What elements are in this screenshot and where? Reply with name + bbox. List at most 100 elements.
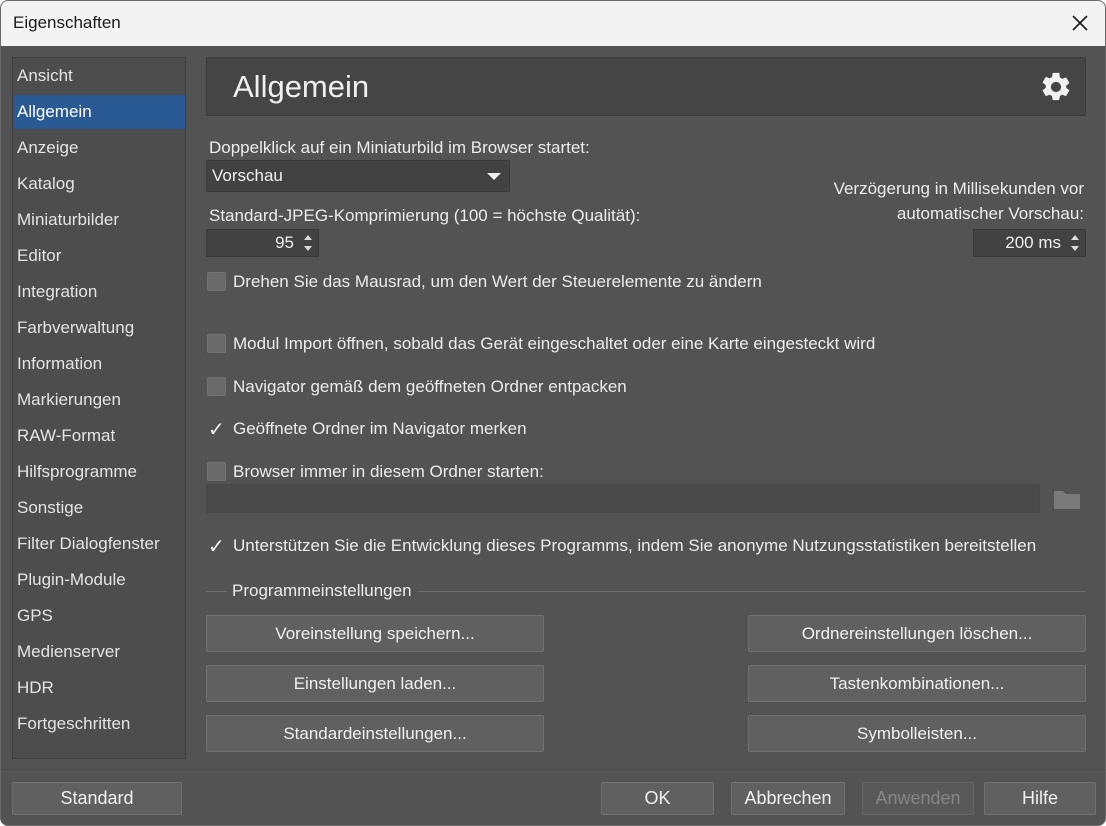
close-button[interactable] — [1061, 6, 1099, 40]
program-settings-title: Programmeinstellungen — [227, 581, 417, 601]
delay-value: 200 ms — [1005, 233, 1061, 252]
jpeg-quality-stepper[interactable]: 95 — [206, 229, 319, 257]
category-list: Ansicht Allgemein Anzeige Katalog Miniat… — [12, 57, 186, 759]
page-header: Allgemein — [206, 57, 1086, 116]
sidebar-item-label: RAW-Format — [17, 426, 116, 445]
sidebar-item-label: Ansicht — [17, 66, 73, 85]
chevron-down-icon — [487, 173, 501, 180]
sidebar-item-label: HDR — [17, 678, 54, 697]
start-folder-input[interactable] — [206, 484, 1040, 513]
default-settings-button[interactable]: Standardeinstellungen... — [206, 715, 544, 752]
cancel-button[interactable]: Abbrechen — [731, 782, 845, 815]
sidebar-item-medienserver[interactable]: Medienserver — [14, 635, 185, 669]
sidebar-item-label: Miniaturbilder — [17, 210, 120, 229]
help-button[interactable]: Hilfe — [984, 782, 1096, 815]
remember-folders-checkbox[interactable]: ✓ — [207, 419, 226, 441]
jpeg-label: Standard-JPEG-Komprimierung (100 = höchs… — [209, 206, 641, 225]
help-label: Hilfe — [1021, 788, 1058, 808]
open-import-checkbox[interactable] — [207, 334, 226, 353]
sidebar-item-label: Plugin-Module — [17, 570, 126, 589]
sidebar-item-label: Integration — [17, 282, 98, 301]
gear-icon — [1042, 72, 1070, 101]
ok-button[interactable]: OK — [601, 782, 714, 815]
sidebar-item-ansicht[interactable]: Ansicht — [14, 59, 185, 93]
checkmark-icon: ✓ — [208, 419, 225, 441]
delete-folder-settings-button[interactable]: Ordnereinstellungen löschen... — [748, 615, 1086, 652]
standard-label: Standard — [60, 788, 134, 808]
sidebar-item-fortgeschritten[interactable]: Fortgeschritten — [14, 707, 185, 741]
save-preset-label: Voreinstellung speichern... — [275, 623, 475, 643]
sidebar-item-anzeige[interactable]: Anzeige — [14, 131, 185, 165]
sidebar-item-label: Fortgeschritten — [17, 714, 131, 733]
navigator-expand-checkbox[interactable] — [207, 377, 226, 396]
remember-folders-label[interactable]: Geöffnete Ordner im Navigator merken — [233, 419, 527, 439]
delete-folder-settings-label: Ordnereinstellungen löschen... — [801, 623, 1033, 643]
load-settings-label: Einstellungen laden... — [293, 673, 457, 693]
sidebar-item-label: Farbverwaltung — [17, 318, 135, 337]
mousewheel-checkbox[interactable] — [207, 272, 226, 291]
toolbars-button[interactable]: Symbolleisten... — [748, 715, 1086, 752]
sidebar-item-label: Katalog — [17, 174, 75, 193]
doubleclick-value: Vorschau — [212, 166, 283, 185]
apply-button[interactable]: Anwenden — [862, 782, 974, 815]
sidebar-item-hilfsprogramme[interactable]: Hilfsprogramme — [14, 455, 185, 489]
ok-label: OK — [644, 788, 671, 808]
standard-button[interactable]: Standard — [12, 782, 182, 815]
checkmark-icon: ✓ — [208, 536, 225, 558]
properties-dialog: Eigenschaften Ansicht Allgemein Anzeige … — [0, 0, 1106, 826]
sidebar-item-label: Hilfsprogramme — [17, 462, 137, 481]
cancel-label: Abbrechen — [744, 788, 832, 808]
shortcuts-label: Tastenkombinationen... — [829, 673, 1005, 693]
shortcuts-button[interactable]: Tastenkombinationen... — [748, 665, 1086, 702]
footer-divider — [1, 769, 1105, 770]
mousewheel-label[interactable]: Drehen Sie das Mausrad, um den Wert der … — [233, 272, 762, 292]
sidebar-item-farbverwaltung[interactable]: Farbverwaltung — [14, 311, 185, 345]
folder-icon — [1054, 491, 1080, 509]
delay-label-line2: automatischer Vorschau: — [896, 204, 1084, 223]
stepper-arrows-icon[interactable] — [1065, 230, 1085, 256]
open-import-label[interactable]: Modul Import öffnen, sobald das Gerät ei… — [233, 334, 875, 354]
sidebar-item-allgemein[interactable]: Allgemein — [14, 95, 185, 129]
stepper-arrows-icon[interactable] — [298, 230, 318, 256]
sidebar-item-gps[interactable]: GPS — [14, 599, 185, 633]
sidebar-item-label: Allgemein — [17, 102, 92, 121]
toolbars-label: Symbolleisten... — [857, 723, 977, 743]
navigator-expand-label[interactable]: Navigator gemäß dem geöffneten Ordner en… — [233, 377, 627, 397]
window-title: Eigenschaften — [13, 13, 121, 32]
sidebar-item-label: GPS — [17, 606, 53, 625]
title-bar: Eigenschaften — [1, 1, 1105, 46]
sidebar-item-label: Markierungen — [17, 390, 121, 409]
sidebar-item-hdr[interactable]: HDR — [14, 671, 185, 705]
delay-label-line1: Verzögerung in Millisekunden vor — [833, 179, 1084, 198]
sidebar-item-editor[interactable]: Editor — [14, 239, 185, 273]
sidebar-item-label: Medienserver — [17, 642, 120, 661]
close-icon — [1072, 15, 1088, 31]
jpeg-quality-value: 95 — [275, 233, 294, 252]
sidebar-item-katalog[interactable]: Katalog — [14, 167, 185, 201]
usage-stats-checkbox[interactable]: ✓ — [207, 536, 226, 558]
sidebar-item-filter-dialogfenster[interactable]: Filter Dialogfenster — [14, 527, 185, 561]
sidebar-item-plugin-module[interactable]: Plugin-Module — [14, 563, 185, 597]
sidebar-item-information[interactable]: Information — [14, 347, 185, 381]
doubleclick-label: Doppelklick auf ein Miniaturbild im Brow… — [209, 138, 590, 157]
sidebar-item-label: Editor — [17, 246, 62, 265]
doubleclick-select[interactable]: Vorschau — [206, 160, 510, 192]
apply-label: Anwenden — [875, 788, 961, 808]
sidebar-item-sonstige[interactable]: Sonstige — [14, 491, 185, 525]
sidebar-item-label: Sonstige — [17, 498, 84, 517]
sidebar-item-raw-format[interactable]: RAW-Format — [14, 419, 185, 453]
load-settings-button[interactable]: Einstellungen laden... — [206, 665, 544, 702]
sidebar-item-miniaturbilder[interactable]: Miniaturbilder — [14, 203, 185, 237]
browse-folder-button[interactable] — [1053, 488, 1083, 512]
start-folder-checkbox[interactable] — [207, 462, 226, 481]
sidebar-item-integration[interactable]: Integration — [14, 275, 185, 309]
sidebar-item-label: Filter Dialogfenster — [17, 534, 160, 553]
sidebar-item-markierungen[interactable]: Markierungen — [14, 383, 185, 417]
sidebar-item-label: Information — [17, 354, 103, 373]
sidebar-item-label: Anzeige — [17, 138, 79, 157]
start-folder-label[interactable]: Browser immer in diesem Ordner starten: — [233, 462, 544, 482]
default-settings-label: Standardeinstellungen... — [283, 723, 467, 743]
usage-stats-label[interactable]: Unterstützen Sie die Entwicklung dieses … — [233, 536, 1036, 556]
delay-stepper[interactable]: 200 ms — [973, 229, 1086, 257]
save-preset-button[interactable]: Voreinstellung speichern... — [206, 615, 544, 652]
